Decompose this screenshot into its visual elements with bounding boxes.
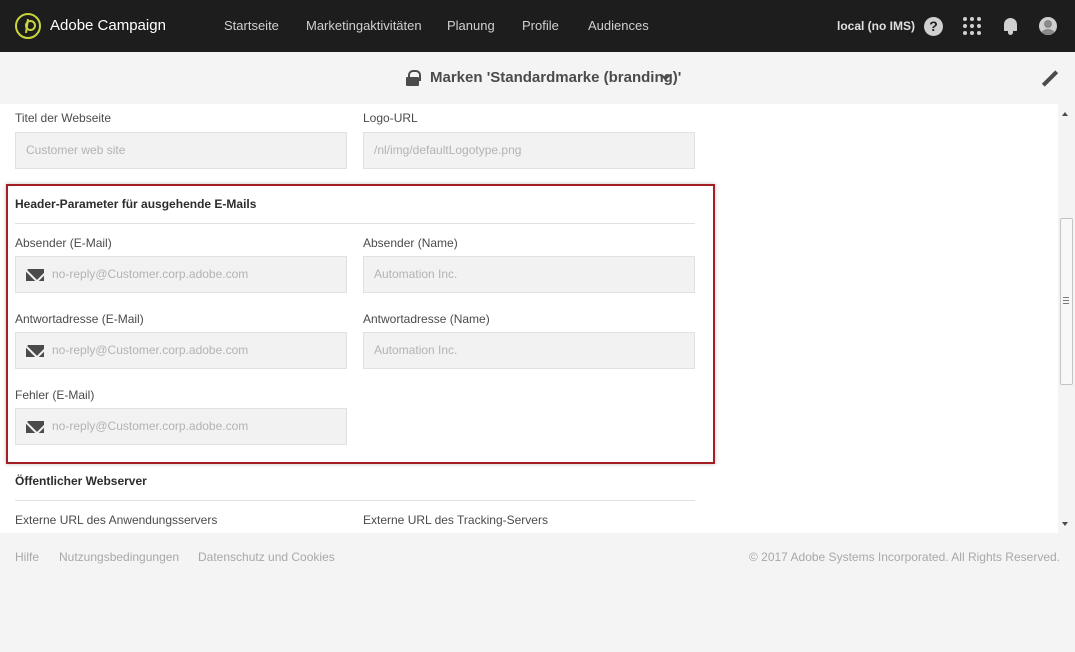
website-title-input[interactable]: Customer web site [15, 132, 347, 169]
section-divider [15, 500, 695, 501]
sender-name-input[interactable]: Automation Inc. [363, 256, 695, 293]
footer-link-terms[interactable]: Nutzungsbedingungen [59, 550, 179, 564]
website-title-label: Titel der Webseite [15, 111, 112, 125]
help-icon[interactable]: ? [924, 17, 943, 36]
environment-label: local (no IMS) [837, 19, 915, 33]
sender-email-label: Absender (E-Mail) [15, 236, 112, 250]
edit-pencil-icon[interactable] [1040, 69, 1060, 89]
avatar-icon[interactable] [1039, 17, 1057, 35]
scrollbar-grip-icon [1063, 297, 1069, 304]
envelope-icon [26, 421, 44, 433]
error-email-label: Fehler (E-Mail) [15, 388, 95, 402]
copyright-text: © 2017 Adobe Systems Incorporated. All R… [748, 550, 1060, 564]
reply-email-value: no-reply@Customer.corp.adobe.com [52, 343, 249, 357]
nav-item-profile[interactable]: Profile [522, 18, 559, 33]
tracking-server-url-label: Externe URL des Tracking-Servers [363, 513, 548, 527]
bell-icon[interactable] [1003, 17, 1018, 35]
form-content: Titel der Webseite Customer web site Log… [0, 104, 1075, 533]
footer-link-privacy[interactable]: Datenschutz und Cookies [198, 550, 335, 564]
sender-email-value: no-reply@Customer.corp.adobe.com [52, 267, 249, 281]
envelope-icon [26, 345, 44, 357]
reply-name-label: Antwortadresse (Name) [363, 312, 490, 326]
page-title[interactable]: Marken 'Standardmarke (branding)' [430, 69, 681, 86]
lock-icon [406, 70, 421, 86]
email-header-section-title: Header-Parameter für ausgehende E-Mails [15, 197, 257, 211]
error-email-value: no-reply@Customer.corp.adobe.com [52, 419, 249, 433]
reply-name-input[interactable]: Automation Inc. [363, 332, 695, 369]
public-webserver-section-title: Öffentlicher Webserver [15, 474, 147, 488]
nav-item-audiences[interactable]: Audiences [588, 18, 649, 33]
nav-item-startseite[interactable]: Startseite [224, 18, 279, 33]
apps-grid-icon[interactable] [963, 17, 982, 36]
sender-email-input[interactable]: no-reply@Customer.corp.adobe.com [15, 256, 347, 293]
error-email-input[interactable]: no-reply@Customer.corp.adobe.com [15, 408, 347, 445]
nav-item-marketingaktivitaeten[interactable]: Marketingaktivitäten [306, 18, 422, 33]
app-server-url-label: Externe URL des Anwendungsservers [15, 513, 218, 527]
scroll-down-arrow-icon[interactable] [1062, 522, 1068, 526]
scroll-up-arrow-icon[interactable] [1062, 112, 1068, 116]
section-divider [15, 223, 695, 224]
sender-name-label: Absender (Name) [363, 236, 458, 250]
reply-email-label: Antwortadresse (E-Mail) [15, 312, 144, 326]
footer-link-help[interactable]: Hilfe [15, 550, 39, 564]
reply-email-input[interactable]: no-reply@Customer.corp.adobe.com [15, 332, 347, 369]
app-title[interactable]: Adobe Campaign [50, 17, 166, 34]
adobe-campaign-logo-icon[interactable] [15, 13, 41, 39]
envelope-icon [26, 269, 44, 281]
logo-url-input[interactable]: /nl/img/defaultLogotype.png [363, 132, 695, 169]
logo-url-label: Logo-URL [363, 111, 418, 125]
nav-item-planung[interactable]: Planung [447, 18, 495, 33]
